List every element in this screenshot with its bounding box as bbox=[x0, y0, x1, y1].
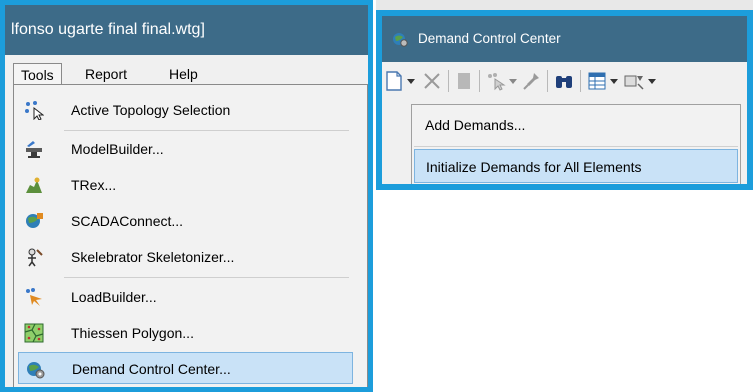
dropdown-item-add-demands[interactable]: Add Demands... bbox=[414, 108, 738, 142]
delete-icon[interactable] bbox=[422, 70, 442, 92]
binoculars-icon[interactable] bbox=[554, 70, 574, 92]
scadaconnect-icon bbox=[26, 213, 43, 228]
demand-control-center-window: Demand Control Center Add Demands... Ini… bbox=[376, 10, 753, 190]
menu-item-trex[interactable]: TRex... bbox=[18, 169, 353, 201]
window-title: lfonso ugarte final final.wtg] bbox=[5, 5, 368, 55]
trex-icon bbox=[26, 177, 42, 193]
tools-dropdown-menu: Active Topology Selection ModelBuilder..… bbox=[13, 84, 368, 387]
menu-item-modelbuilder[interactable]: ModelBuilder... bbox=[18, 133, 353, 165]
select-icon[interactable] bbox=[486, 70, 506, 92]
skelebrator-icon bbox=[28, 248, 43, 267]
chevron-down-icon[interactable] bbox=[406, 70, 416, 92]
toolbar-separator bbox=[448, 70, 449, 92]
loadbuilder-icon bbox=[26, 288, 42, 306]
demand-control-center-icon bbox=[27, 362, 45, 379]
menu-item-label: Demand Control Center... bbox=[72, 361, 231, 377]
pin-icon[interactable] bbox=[522, 70, 542, 92]
menu-item-label: Thiessen Polygon... bbox=[71, 325, 194, 341]
menu-item-active-topology-selection[interactable]: Active Topology Selection bbox=[18, 94, 353, 126]
menu-item-thiessen-polygon[interactable]: Thiessen Polygon... bbox=[18, 317, 353, 349]
dropdown-item-initialize-demands[interactable]: Initialize Demands for All Elements bbox=[414, 149, 738, 183]
chevron-down-icon[interactable] bbox=[609, 70, 619, 92]
toolbar-separator bbox=[479, 70, 480, 92]
active-topology-icon bbox=[25, 101, 44, 120]
window-title-bar: Demand Control Center bbox=[382, 16, 747, 62]
menu-item-label: Active Topology Selection bbox=[71, 102, 231, 118]
new-demand-dropdown: Add Demands... Initialize Demands for Al… bbox=[411, 104, 741, 184]
menu-item-label: ModelBuilder... bbox=[71, 141, 164, 157]
document-icon[interactable] bbox=[456, 70, 472, 92]
toolbar-separator bbox=[547, 70, 548, 92]
menu-item-label: SCADAConnect... bbox=[71, 213, 184, 229]
toolbar bbox=[382, 62, 747, 102]
menu-item-demand-control-center[interactable]: Demand Control Center... bbox=[18, 352, 353, 384]
menu-item-loadbuilder[interactable]: LoadBuilder... bbox=[18, 281, 353, 313]
menu-report[interactable]: Report bbox=[78, 63, 134, 85]
menu-separator bbox=[64, 130, 349, 131]
menu-tools[interactable]: Tools bbox=[13, 63, 62, 85]
demand-control-center-icon bbox=[393, 33, 408, 47]
thiessen-polygon-icon bbox=[24, 323, 44, 343]
menu-item-scadaconnect[interactable]: SCADAConnect... bbox=[18, 205, 353, 237]
menu-item-label: LoadBuilder... bbox=[71, 289, 157, 305]
options-icon[interactable] bbox=[623, 70, 645, 92]
menu-separator bbox=[64, 277, 349, 278]
modelbuilder-icon bbox=[26, 141, 42, 158]
table-icon[interactable] bbox=[587, 70, 607, 92]
menu-item-label: Skelebrator Skeletonizer... bbox=[71, 249, 235, 265]
menu-bar: Tools Report Help bbox=[5, 55, 368, 85]
tools-menu-window: lfonso ugarte final final.wtg] Tools Rep… bbox=[0, 0, 373, 392]
dropdown-separator bbox=[414, 146, 738, 147]
menu-item-label: TRex... bbox=[71, 177, 117, 193]
toolbar-separator bbox=[580, 70, 581, 92]
chevron-down-icon[interactable] bbox=[508, 70, 518, 92]
background-toolbar-strip bbox=[376, 0, 753, 10]
window-title: Demand Control Center bbox=[418, 31, 561, 46]
new-icon[interactable] bbox=[385, 70, 403, 92]
menu-help[interactable]: Help bbox=[162, 63, 205, 85]
menu-item-skelebrator-skeletonizer[interactable]: Skelebrator Skeletonizer... bbox=[18, 241, 353, 273]
chevron-down-icon[interactable] bbox=[647, 70, 657, 92]
